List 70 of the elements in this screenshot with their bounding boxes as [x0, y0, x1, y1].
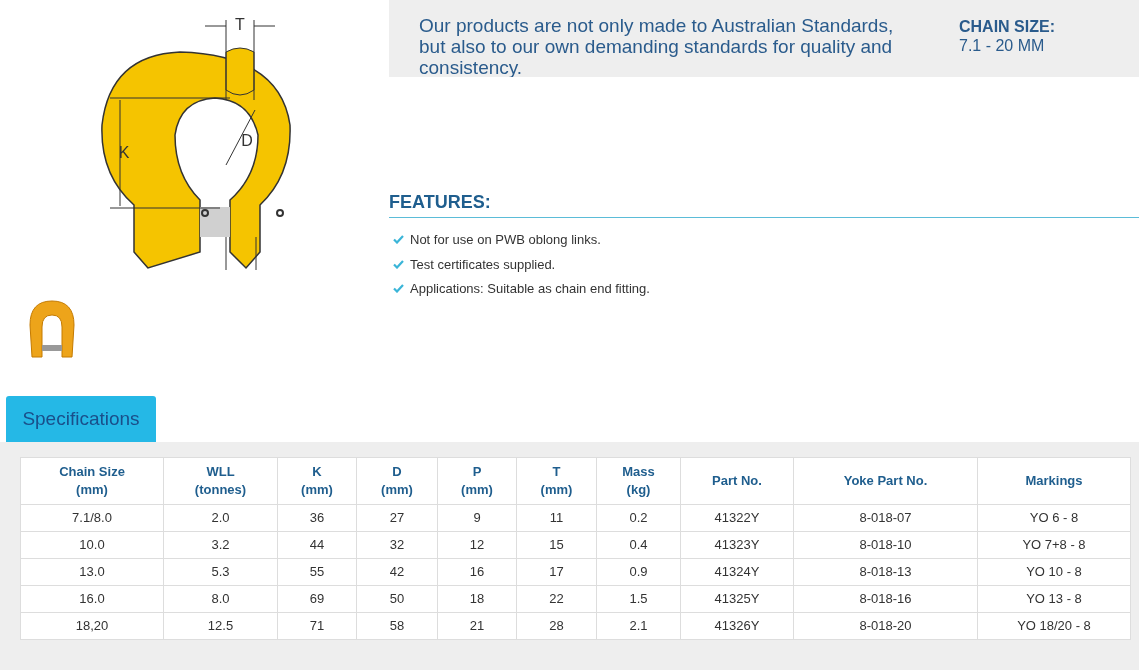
column-header: D (mm) — [356, 457, 438, 505]
table-cell: 41323Y — [680, 531, 794, 559]
table-cell: YO 6 - 8 — [977, 504, 1131, 532]
column-header: T (mm) — [516, 457, 597, 505]
column-header: Mass (kg) — [596, 457, 681, 505]
checkmark-icon — [393, 259, 404, 269]
table-cell: 9 — [437, 504, 517, 532]
table-cell: YO 7+8 - 8 — [977, 531, 1131, 559]
table-cell: 21 — [437, 612, 517, 640]
table-cell: 41324Y — [680, 558, 794, 586]
column-header: P (mm) — [437, 457, 517, 505]
table-cell: 12 — [437, 531, 517, 559]
table-cell: 2.0 — [163, 504, 278, 532]
features-heading: FEATURES: — [389, 191, 492, 214]
column-header: Markings — [977, 457, 1131, 505]
table-cell: 71 — [277, 612, 357, 640]
table-cell: 0.9 — [596, 558, 681, 586]
table-cell: 18 — [437, 585, 517, 613]
specifications-tab[interactable]: Specifications — [6, 396, 156, 442]
table-cell: 22 — [516, 585, 597, 613]
table-cell: 55 — [277, 558, 357, 586]
table-cell: 28 — [516, 612, 597, 640]
chain-size-value: 7.1 - 20 MM — [959, 36, 1046, 55]
table-cell: 7.1/8.0 — [20, 504, 164, 532]
table-cell: 50 — [356, 585, 438, 613]
table-cell: 58 — [356, 612, 438, 640]
table-cell: 41326Y — [680, 612, 794, 640]
table-cell: 18,20 — [20, 612, 164, 640]
column-header: Yoke Part No. — [793, 457, 978, 505]
table-cell: 15 — [516, 531, 597, 559]
table-cell: 3.2 — [163, 531, 278, 559]
table-cell: 16 — [437, 558, 517, 586]
table-cell: 8-018-07 — [793, 504, 978, 532]
table-cell: 12.5 — [163, 612, 278, 640]
checkmark-icon — [393, 284, 404, 294]
column-header: Part No. — [680, 457, 794, 505]
table-cell: 8-018-20 — [793, 612, 978, 640]
table-cell: 16.0 — [20, 585, 164, 613]
table-cell: 1.5 — [596, 585, 681, 613]
table-cell: 41325Y — [680, 585, 794, 613]
feature-text: Applications: Suitable as chain end fitting. — [410, 280, 650, 298]
table-cell: 32 — [356, 531, 438, 559]
column-header: Chain Size (mm) — [20, 457, 164, 505]
table-cell: YO 13 - 8 — [977, 585, 1131, 613]
table-cell: 13.0 — [20, 558, 164, 586]
table-cell: 0.2 — [596, 504, 681, 532]
table-cell: 5.3 — [163, 558, 278, 586]
table-cell: 36 — [277, 504, 357, 532]
table-cell: 11 — [516, 504, 597, 532]
table-cell: 17 — [516, 558, 597, 586]
chain-size-title: CHAIN SIZE: — [959, 17, 1056, 36]
table-cell: YO 10 - 8 — [977, 558, 1131, 586]
table-cell: 2.1 — [596, 612, 681, 640]
table-cell: 41322Y — [680, 504, 794, 532]
feature-text: Test certificates supplied. — [410, 255, 556, 274]
table-cell: 8-018-10 — [793, 531, 978, 559]
table-cell: 8-018-16 — [793, 585, 978, 613]
table-cell: 69 — [277, 585, 357, 613]
table-cell: 27 — [356, 504, 438, 532]
table-cell: 10.0 — [20, 531, 164, 559]
table-cell: 42 — [356, 558, 438, 586]
column-header: K (mm) — [277, 457, 357, 505]
table-cell: 8-018-13 — [793, 558, 978, 586]
feature-text: Not for use on PWB oblong links. — [410, 231, 601, 249]
column-header: WLL (tonnes) — [163, 457, 278, 505]
table-cell: 44 — [277, 531, 357, 559]
table-cell: YO 18/20 - 8 — [977, 612, 1131, 640]
checkmark-icon — [393, 235, 404, 245]
table-cell: 0.4 — [596, 531, 681, 559]
table-cell: 8.0 — [163, 585, 278, 613]
